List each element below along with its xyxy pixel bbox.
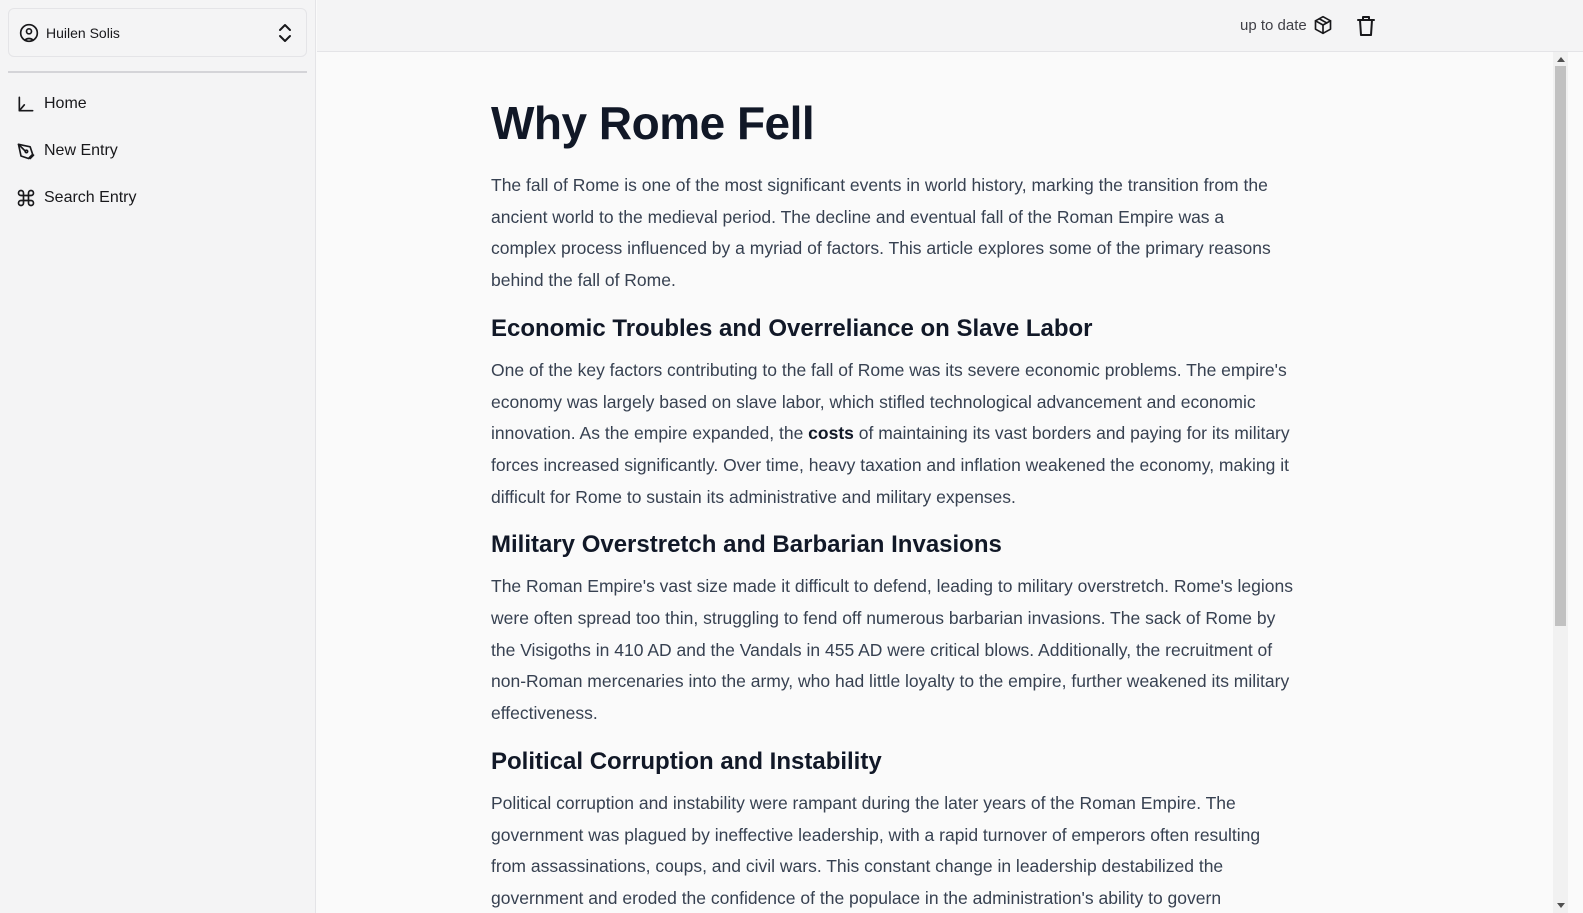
scrollbar-thumb[interactable] bbox=[1555, 66, 1566, 626]
scroll-down-arrow-icon[interactable] bbox=[1553, 899, 1568, 913]
user-name: Huilen Solis bbox=[46, 24, 120, 41]
sidebar: Huilen Solis Home New Entry Search Entry bbox=[0, 0, 316, 913]
entry-content: Why Rome Fell The fall of Rome is one of… bbox=[317, 52, 1553, 913]
sidebar-item-label: Home bbox=[44, 95, 87, 112]
top-bar: up to date bbox=[317, 0, 1583, 52]
sidebar-item-label: New Entry bbox=[44, 142, 118, 159]
command-icon bbox=[16, 188, 36, 208]
section-paragraph[interactable]: The Roman Empire's vast size made it dif… bbox=[491, 571, 1293, 730]
section-heading[interactable]: Economic Troubles and Overreliance on Sl… bbox=[491, 313, 1293, 345]
entry-article: Why Rome Fell The fall of Rome is one of… bbox=[491, 94, 1293, 913]
trash-icon bbox=[1356, 15, 1376, 37]
chart-axis-icon bbox=[16, 94, 36, 114]
bold-text: costs bbox=[808, 423, 854, 444]
user-circle-icon bbox=[19, 23, 39, 43]
chevrons-up-down-icon bbox=[276, 22, 294, 44]
scroll-up-arrow-icon[interactable] bbox=[1553, 52, 1568, 66]
intro-paragraph[interactable]: The fall of Rome is one of the most sign… bbox=[491, 170, 1293, 297]
section-paragraph[interactable]: One of the key factors contributing to t… bbox=[491, 355, 1293, 514]
sidebar-nav: Home New Entry Search Entry bbox=[16, 88, 306, 229]
delete-entry-button[interactable] bbox=[1354, 14, 1378, 38]
section-paragraph[interactable]: Political corruption and instability wer… bbox=[491, 788, 1293, 913]
section-heading[interactable]: Military Overstretch and Barbarian Invas… bbox=[491, 529, 1293, 561]
entry-title[interactable]: Why Rome Fell bbox=[491, 94, 1293, 152]
sidebar-item-search-entry[interactable]: Search Entry bbox=[16, 182, 306, 214]
user-switcher[interactable]: Huilen Solis bbox=[8, 8, 307, 57]
app-window: Huilen Solis Home New Entry Search Entry… bbox=[0, 0, 1583, 913]
sync-status-text: up to date bbox=[1240, 16, 1307, 34]
sidebar-item-home[interactable]: Home bbox=[16, 88, 306, 120]
sidebar-item-label: Search Entry bbox=[44, 189, 137, 206]
vertical-scrollbar[interactable] bbox=[1553, 52, 1568, 913]
sidebar-item-new-entry[interactable]: New Entry bbox=[16, 135, 306, 167]
package-icon bbox=[1313, 15, 1333, 35]
section-heading[interactable]: Political Corruption and Instability bbox=[491, 746, 1293, 778]
pen-tool-icon bbox=[16, 141, 36, 161]
sidebar-divider bbox=[8, 71, 307, 73]
sync-status: up to date bbox=[1240, 15, 1333, 35]
